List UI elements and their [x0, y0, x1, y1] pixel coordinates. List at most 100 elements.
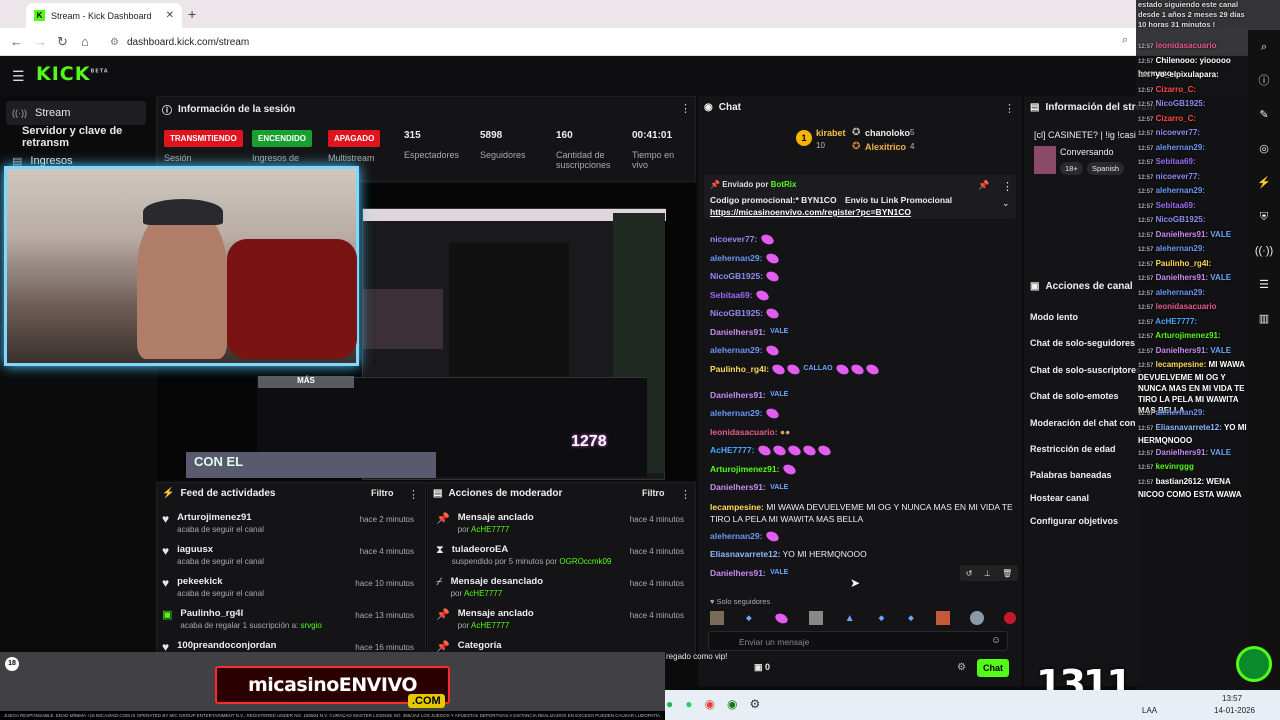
- action-banned-words[interactable]: Palabras baneadas: [1030, 470, 1112, 480]
- callao-emote-icon[interactable]: ◆: [746, 614, 751, 622]
- activity-user[interactable]: 100preandoconjordan: [177, 640, 276, 651]
- channel-points[interactable]: ▣ 0: [754, 662, 770, 673]
- chat-username[interactable]: alehernan29:: [710, 253, 762, 263]
- tag-badge[interactable]: Spanish: [1087, 162, 1125, 175]
- emote-icon[interactable]: [1003, 612, 1016, 624]
- gifter-name[interactable]: Alexitrico: [865, 142, 906, 152]
- action-configure-goals[interactable]: Configurar objetivos: [1030, 516, 1118, 526]
- gifter-name[interactable]: chanoloko: [865, 128, 910, 138]
- pinned-link[interactable]: https://micasinoenvivo.com/register?pc=B…: [710, 207, 911, 217]
- chrome-icon[interactable]: ◉: [705, 697, 715, 711]
- sidebar-item-server-key[interactable]: Servidor y clave de retransm: [6, 125, 146, 149]
- mod-user[interactable]: AcHE7777: [471, 525, 509, 534]
- chat-username[interactable]: NicoGB1925:: [710, 308, 763, 318]
- emote-icon[interactable]: ◆: [879, 614, 884, 622]
- emote-icon[interactable]: [935, 611, 950, 625]
- chart-icon[interactable]: ▥: [1248, 302, 1280, 336]
- hamburger-menu-icon[interactable]: ☰: [12, 68, 25, 85]
- vai-emote-icon[interactable]: ▲: [845, 613, 855, 624]
- chat-username[interactable]: leonidasacuario:: [710, 427, 778, 437]
- forward-icon[interactable]: →: [34, 34, 47, 49]
- mod-filter-button[interactable]: Filtro: [642, 488, 665, 498]
- emote-icon[interactable]: [969, 611, 984, 625]
- edit-icon[interactable]: ✎: [1248, 98, 1280, 132]
- pinned-sender[interactable]: BotRix: [771, 180, 797, 189]
- clock-time[interactable]: 13:57: [1222, 694, 1242, 703]
- tab-close-icon[interactable]: ✕: [166, 10, 174, 21]
- kick-logo[interactable]: KICKBETA: [36, 63, 109, 85]
- send-chat-button[interactable]: Chat: [977, 659, 1009, 677]
- gifter-name[interactable]: kirabet: [816, 128, 846, 138]
- list-icon[interactable]: ☰: [1248, 268, 1280, 302]
- chat-input[interactable]: Enviar un mensaje ☺: [708, 631, 1008, 651]
- action-age-restriction[interactable]: Restricción de edad: [1030, 444, 1116, 454]
- language-indicator[interactable]: LAA: [1142, 706, 1157, 715]
- info-icon[interactable]: ⓘ: [1248, 64, 1280, 98]
- tab-kick-dashboard[interactable]: K Stream - Kick Dashboard ✕: [26, 3, 182, 28]
- chevron-down-icon[interactable]: ⌄: [1002, 198, 1010, 209]
- back-icon[interactable]: ←: [10, 34, 23, 49]
- gift-target[interactable]: srvgio: [301, 621, 322, 630]
- mod-user[interactable]: OGROccmk09: [559, 557, 611, 566]
- action-subscribers-only[interactable]: Chat de solo-suscriptores: [1030, 365, 1141, 375]
- chat-username[interactable]: alehernan29:: [710, 345, 762, 355]
- sidebar-item-stream[interactable]: ((·)) Stream: [6, 101, 146, 125]
- chat-username[interactable]: lecampesine:: [710, 502, 764, 512]
- action-ai-moderation[interactable]: Moderación del chat con IA: [1030, 418, 1136, 428]
- kebab-menu-icon[interactable]: ⋮: [680, 102, 691, 115]
- chat-username[interactable]: Danielhers91:: [710, 482, 766, 492]
- home-icon[interactable]: ⌂: [81, 34, 89, 49]
- emote-icon[interactable]: [710, 611, 724, 625]
- activity-filter-button[interactable]: Filtro: [371, 488, 394, 498]
- kebab-menu-icon[interactable]: ⋮: [1004, 102, 1015, 115]
- action-emotes-only[interactable]: Chat de solo-emotes: [1030, 391, 1119, 401]
- chat-username[interactable]: AcHE7777:: [710, 445, 754, 455]
- chat-username[interactable]: Arturojimenez91:: [710, 464, 779, 474]
- chat-username[interactable]: Sebitaa69:: [710, 290, 753, 300]
- kebab-menu-icon[interactable]: ⋮: [680, 488, 691, 501]
- chat-username[interactable]: nicoever77:: [710, 234, 757, 244]
- activity-user[interactable]: iaguusx: [177, 544, 264, 555]
- bolt-icon[interactable]: ⚡: [1248, 166, 1280, 200]
- chat-username[interactable]: Danielhers91:: [710, 327, 766, 337]
- shield-icon[interactable]: ⛨: [1248, 200, 1280, 234]
- activity-user[interactable]: Arturojimenez91: [177, 512, 264, 523]
- zoom-icon[interactable]: ⌕: [1122, 34, 1128, 47]
- clock-date[interactable]: 14-01-2026: [1214, 706, 1255, 715]
- emoji-picker-icon[interactable]: ☺: [991, 635, 1001, 646]
- chat-username[interactable]: alehernan29:: [710, 408, 762, 418]
- vale-emote-icon[interactable]: ◆: [908, 614, 913, 622]
- mod-action-name[interactable]: tuladeoroEA: [452, 544, 612, 555]
- chat-username[interactable]: alehernan29:: [710, 531, 762, 541]
- mod-user[interactable]: AcHE7777: [464, 589, 502, 598]
- chat-username[interactable]: Paulinho_rg4l:: [710, 364, 769, 374]
- activity-user[interactable]: pekeekick: [177, 576, 264, 587]
- mod-user[interactable]: AcHE7777: [471, 621, 509, 630]
- search-icon[interactable]: ⌕: [1248, 30, 1280, 64]
- action-slow-mode[interactable]: Modo lento: [1030, 312, 1078, 322]
- reply-icon[interactable]: ↺: [966, 569, 973, 578]
- activity-user[interactable]: Paulinho_rg4l: [180, 608, 321, 619]
- kebab-menu-icon[interactable]: ⋮: [1002, 180, 1013, 193]
- chat-username[interactable]: Danielhers91:: [710, 568, 766, 578]
- broadcast-icon[interactable]: ((·)): [1248, 234, 1280, 268]
- settings-gear-icon[interactable]: ⚙: [957, 662, 966, 673]
- unpin-icon[interactable]: 📌: [978, 180, 989, 191]
- new-tab-button[interactable]: +: [188, 6, 196, 22]
- action-host-channel[interactable]: Hostear canal: [1030, 493, 1089, 503]
- kebab-menu-icon[interactable]: ⋮: [408, 488, 419, 501]
- category-name[interactable]: Conversando: [1060, 147, 1114, 157]
- target-icon[interactable]: ◎: [1248, 132, 1280, 166]
- reload-icon[interactable]: ↻: [57, 34, 68, 50]
- settings-icon[interactable]: ⚙: [749, 697, 760, 711]
- spotify-icon[interactable]: ●: [666, 697, 673, 711]
- xbox-icon[interactable]: ◉: [727, 697, 737, 711]
- tag-badge[interactable]: 18+: [1060, 162, 1083, 175]
- stream-title[interactable]: [cl] CASINETE? | !ig !casing: [1034, 130, 1136, 140]
- site-info-icon[interactable]: ⚙: [110, 37, 119, 48]
- chat-username[interactable]: NicoGB1925:: [710, 271, 763, 281]
- chat-username[interactable]: Eliasnavarrete12:: [710, 549, 780, 559]
- emote-icon[interactable]: [808, 611, 823, 625]
- whatsapp-icon[interactable]: ●: [685, 697, 692, 711]
- pin-icon[interactable]: ⊥: [984, 569, 991, 578]
